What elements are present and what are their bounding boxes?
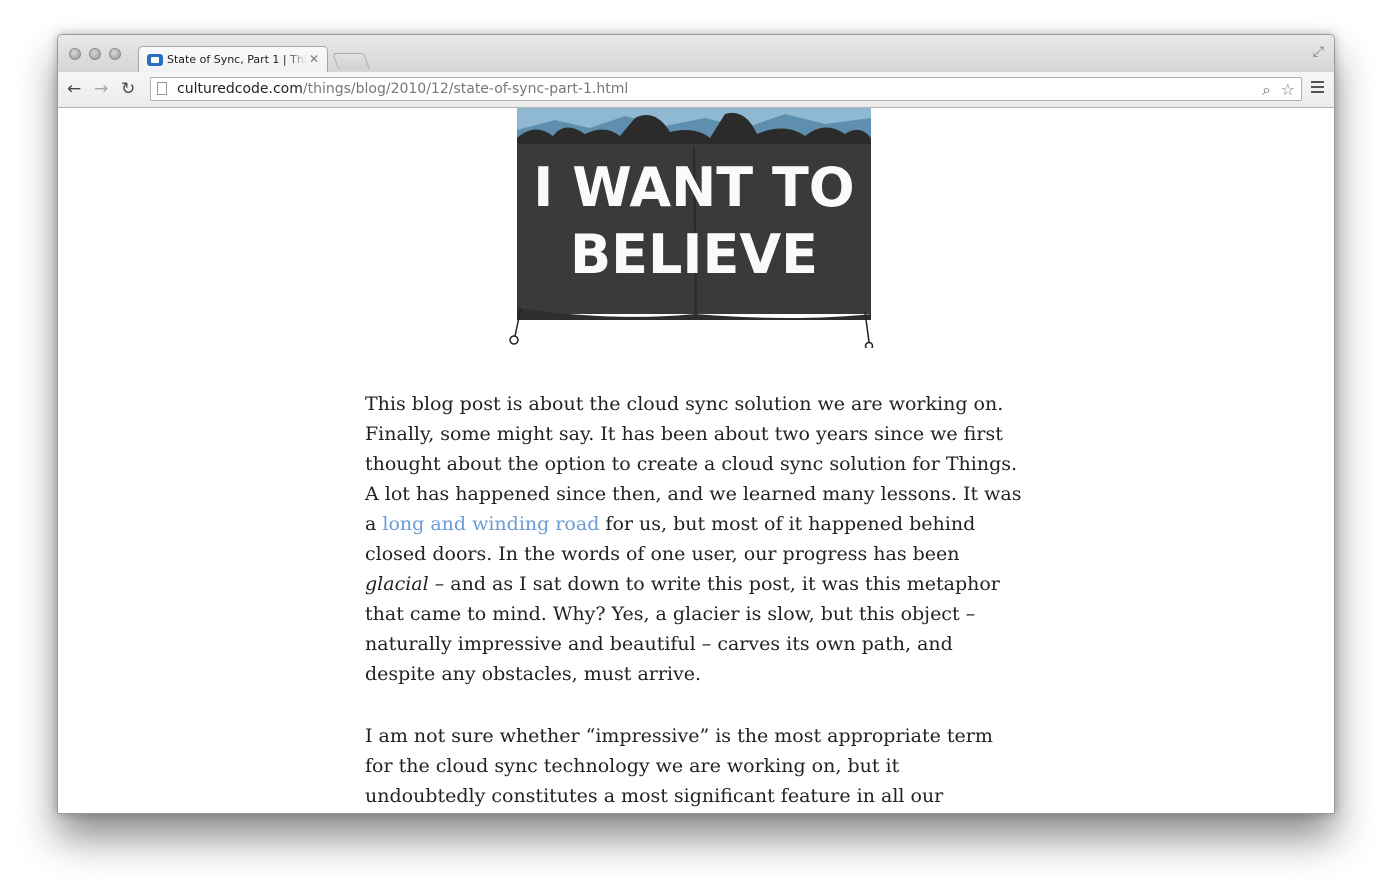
tab-close-icon[interactable]: ✕ bbox=[309, 52, 319, 66]
reload-icon[interactable]: ↻ bbox=[121, 79, 135, 99]
url-domain: culturedcode.com bbox=[177, 81, 303, 97]
browser-window: State of Sync, Part 1 | Things ✕ ⤢ ← → ↻… bbox=[57, 34, 1335, 814]
zoom-window-button[interactable] bbox=[109, 48, 121, 60]
tab-active[interactable]: State of Sync, Part 1 | Things ✕ bbox=[138, 46, 328, 73]
fullscreen-icon[interactable]: ⤢ bbox=[1313, 44, 1324, 60]
browser-toolbar: ← → ↻ culturedcode.com/things/blog/2010/… bbox=[58, 72, 1334, 108]
minimize-window-button[interactable] bbox=[89, 48, 101, 60]
i-want-to-believe-illustration: I WANT TO BELIEVE bbox=[509, 108, 874, 348]
page-content: I WANT TO BELIEVE This blog post is abou… bbox=[58, 108, 1334, 813]
back-arrow-icon[interactable]: ← bbox=[67, 79, 81, 99]
sign-line-1: I WANT TO bbox=[533, 156, 854, 219]
url-path: /things/blog/2010/12/state-of-sync-part-… bbox=[302, 81, 629, 97]
menu-icon[interactable] bbox=[1311, 81, 1324, 96]
tab-title: State of Sync, Part 1 | Things bbox=[167, 53, 307, 66]
paragraph-1-text-c: – and as I sat down to write this post, … bbox=[365, 573, 1000, 685]
zoom-icon[interactable]: ⌕ bbox=[1262, 80, 1271, 100]
paragraph-1: This blog post is about the cloud sync s… bbox=[365, 389, 1025, 689]
url-text[interactable]: culturedcode.com/things/blog/2010/12/sta… bbox=[177, 81, 628, 97]
paragraph-1-emphasis: glacial bbox=[365, 573, 429, 595]
close-window-button[interactable] bbox=[69, 48, 81, 60]
forward-arrow-icon[interactable]: → bbox=[94, 79, 108, 99]
page-icon bbox=[157, 82, 167, 95]
sign-line-2: BELIEVE bbox=[570, 223, 818, 286]
paragraph-2: I am not sure whether “impressive” is th… bbox=[365, 725, 993, 807]
tab-strip: State of Sync, Part 1 | Things ✕ ⤢ bbox=[58, 35, 1334, 73]
long-and-winding-road-link[interactable]: long and winding road bbox=[382, 513, 599, 535]
new-tab-button[interactable] bbox=[332, 53, 370, 69]
address-bar[interactable]: culturedcode.com/things/blog/2010/12/sta… bbox=[150, 77, 1302, 101]
bookmark-star-icon[interactable]: ☆ bbox=[1281, 80, 1295, 99]
article-body: This blog post is about the cloud sync s… bbox=[365, 389, 1025, 813]
site-favicon-icon bbox=[147, 54, 163, 66]
